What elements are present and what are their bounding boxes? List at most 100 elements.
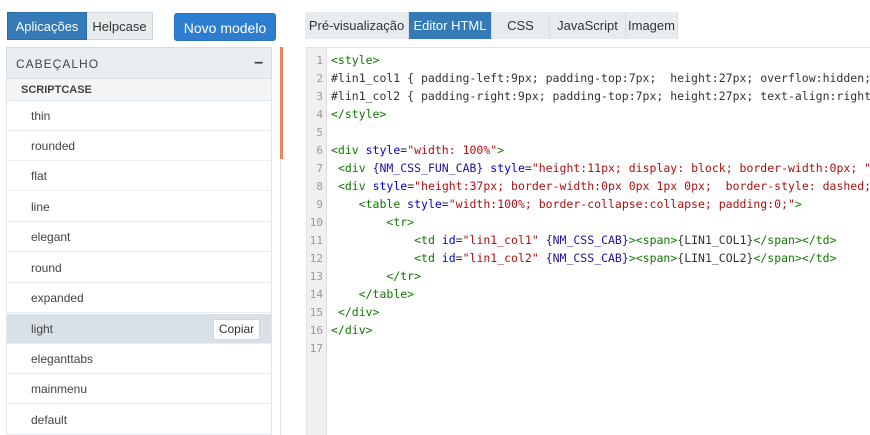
code-token: style: [400, 197, 442, 211]
line-number: 16: [309, 324, 323, 337]
code-line-2: #lin1_col1 { padding-left:9px; padding-t…: [331, 71, 870, 85]
tab-html-editor[interactable]: Editor HTML: [409, 12, 492, 39]
line-gutter: 1 2 3 4 5 6 7 8 9 10 11 12 13 14 15 16 1…: [307, 48, 327, 435]
tab-helpcase[interactable]: Helpcase: [87, 12, 153, 40]
line-number: 6: [316, 144, 323, 157]
list-item-label: elegant: [31, 230, 71, 244]
code-token: {NM_CSS_FUN_CAB}: [365, 161, 484, 175]
code-token: <div: [337, 179, 366, 193]
code-line-7: <div {NM_CSS_FUN_CAB} style="height:11px…: [331, 161, 870, 175]
list-item-thin[interactable]: thin: [7, 101, 271, 131]
line-number: 12: [309, 252, 323, 265]
code-token: </div>: [331, 323, 373, 337]
code-editor[interactable]: 1 2 3 4 5 6 7 8 9 10 11 12 13 14 15 16 1…: [306, 47, 870, 435]
code-token: id: [434, 251, 456, 265]
code-token: <tr>: [386, 215, 415, 229]
code-token: <span>: [635, 251, 678, 265]
list-item-line[interactable]: line: [7, 192, 271, 222]
line-number: 2: [316, 72, 323, 85]
code-token: >: [628, 233, 636, 247]
code-line-12: <td id="lin1_col2" {NM_CSS_CAB}><span>{L…: [331, 251, 837, 265]
tab-css[interactable]: CSS: [492, 12, 550, 39]
line-number: 7: [316, 162, 323, 175]
code-token: </div>: [337, 305, 380, 319]
list-item-eleganttabs[interactable]: eleganttabs: [7, 344, 271, 374]
list-item-label: default: [31, 413, 68, 427]
templates-panel: Aplicações Helpcase Novo modelo CABEÇALH…: [0, 0, 283, 435]
line-number: 4: [316, 108, 323, 121]
list-item-mainmenu[interactable]: mainmenu: [7, 374, 271, 404]
code-line-10: <tr>: [331, 215, 414, 229]
line-number: 10: [309, 216, 323, 229]
template-list: SCRIPTCASE thin rounded flat line elegan…: [6, 79, 272, 435]
code-token: id: [434, 233, 456, 247]
code-token: #lin1_col2 { padding-right:9px; padding-…: [331, 89, 870, 103]
code-token: </tr>: [386, 269, 422, 283]
list-item-elegant[interactable]: elegant: [7, 222, 271, 252]
line-number: 17: [309, 342, 323, 355]
collapse-icon[interactable]: –: [254, 54, 263, 72]
list-item-label: line: [31, 200, 50, 214]
line-number: 11: [309, 234, 323, 247]
line-number: 8: [316, 180, 323, 193]
code-line-14: </table>: [331, 287, 414, 301]
copy-button[interactable]: Copiar: [213, 319, 260, 340]
line-number: 1: [316, 54, 323, 67]
tab-aplicacoes[interactable]: Aplicações: [7, 12, 87, 40]
list-item-expanded[interactable]: expanded: [7, 283, 271, 313]
list-item-flat[interactable]: flat: [7, 161, 271, 191]
list-item-label: round: [31, 261, 62, 275]
code-token: >: [794, 197, 802, 211]
code-line-1: <style>: [331, 53, 379, 67]
code-token: style: [358, 143, 401, 157]
code-token: "width: 100%": [407, 143, 498, 157]
code-token: </table>: [358, 287, 415, 301]
line-number: 3: [316, 90, 323, 103]
code-token: {LIN1_COL1}: [677, 233, 754, 247]
tab-imagem[interactable]: Imagem: [626, 12, 678, 39]
code-token: =: [455, 233, 463, 247]
code-line-16: </div>: [331, 323, 373, 337]
new-template-button[interactable]: Novo modelo: [174, 13, 276, 41]
code-line-13: </tr>: [331, 269, 421, 283]
code-line-6: <div style="width: 100%">: [331, 143, 504, 157]
code-token: "lin1_col1": [462, 233, 539, 247]
code-token: <style>: [331, 53, 380, 67]
code-token: {NM_CSS_CAB}: [538, 233, 629, 247]
code-token: <table: [358, 197, 401, 211]
code-token: "lin1_col2": [462, 251, 539, 265]
code-token: =: [455, 251, 463, 265]
list-item-light[interactable]: light Copiar: [7, 314, 271, 344]
code-token: "height:11px; display: block; border-wid…: [531, 161, 870, 175]
list-item-label: rounded: [31, 139, 76, 153]
code-token: </style>: [331, 107, 387, 121]
list-item-rounded[interactable]: rounded: [7, 131, 271, 161]
tab-javascript[interactable]: JavaScript: [550, 12, 626, 39]
code-token: <div: [337, 161, 366, 175]
code-token: </span></td>: [753, 251, 837, 265]
list-item-default[interactable]: default: [7, 405, 271, 435]
scrollbar-thumb[interactable]: [280, 47, 283, 159]
code-token: {LIN1_COL2}: [677, 251, 754, 265]
code-token: <span>: [635, 233, 678, 247]
code-token: =: [524, 161, 532, 175]
code-token: >: [628, 251, 636, 265]
code-token: <td: [414, 251, 435, 265]
list-item-label: light: [31, 322, 54, 336]
left-toolbar: Aplicações Helpcase Novo modelo: [0, 0, 283, 46]
code-line-8: <div style="height:37px; border-width:0p…: [331, 179, 870, 193]
line-number: 5: [316, 126, 323, 139]
code-token: style: [365, 179, 408, 193]
code-token: <td: [414, 233, 435, 247]
list-item-round[interactable]: round: [7, 253, 271, 283]
section-header[interactable]: CABEÇALHO –: [6, 47, 272, 79]
code-token: "height:37px; border-width:0px 0px 1px 0…: [414, 179, 870, 193]
code-token: >: [497, 143, 505, 157]
code-token: {NM_CSS_CAB}: [538, 251, 629, 265]
section-title: CABEÇALHO: [16, 57, 100, 71]
line-number: 9: [316, 198, 323, 211]
tab-preview[interactable]: Pré-visualização: [305, 12, 409, 39]
scrollbar-track[interactable]: [280, 159, 281, 435]
list-item-label: mainmenu: [31, 382, 88, 396]
line-number: 15: [309, 306, 323, 319]
